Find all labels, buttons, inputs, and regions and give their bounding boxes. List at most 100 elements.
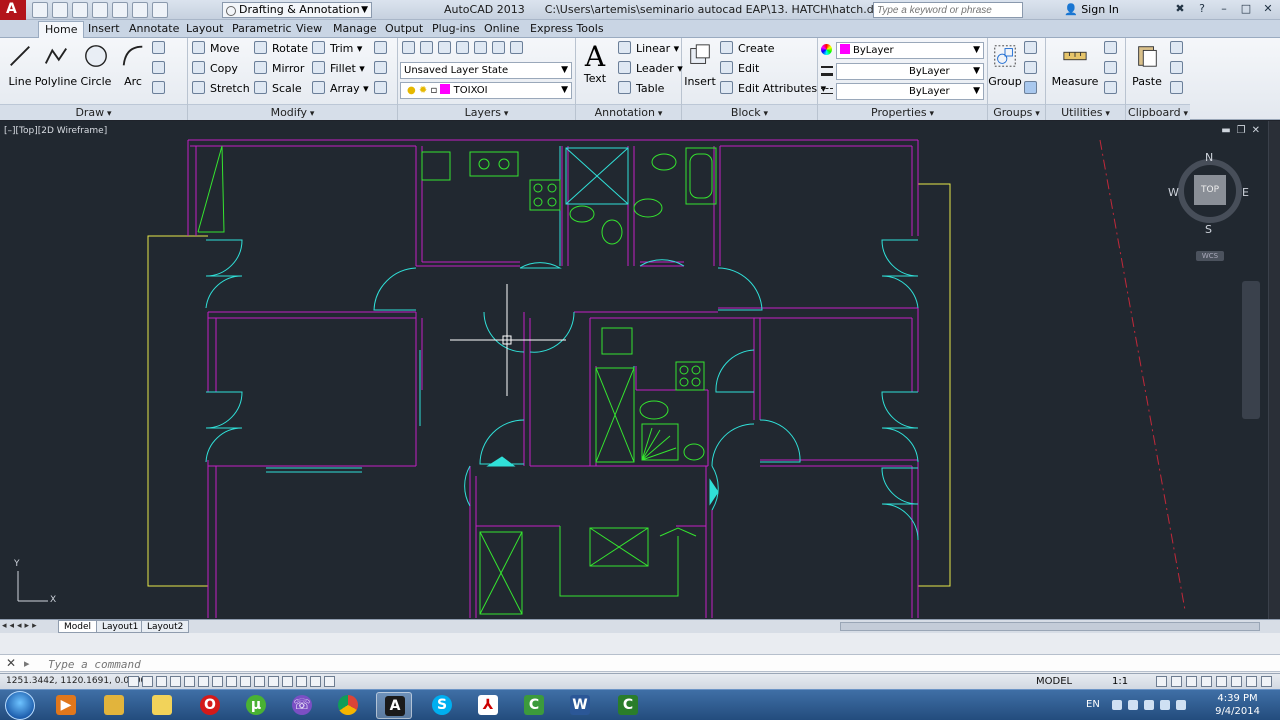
taskbar-media-player[interactable]: ▶ [48,692,84,719]
rotate-button[interactable]: Rotate [254,40,308,58]
transparency-icon[interactable] [282,676,293,687]
modify-panel-title[interactable]: Modify [188,104,397,120]
tab-annotate[interactable]: Annotate [123,21,185,38]
layers-panel-title[interactable]: Layers [398,104,575,120]
tray-battery-icon[interactable] [1160,700,1170,710]
taskbar-explorer[interactable] [96,692,132,719]
annotation-visibility-icon[interactable] [1156,676,1167,687]
plot-icon[interactable] [112,2,128,18]
dynamic-ucs-icon[interactable] [240,676,251,687]
application-menu-button[interactable]: A [0,0,26,20]
tab-layout1[interactable]: Layout1 [96,620,145,633]
taskbar-word[interactable]: W [562,692,598,719]
arc-button[interactable]: Arc [113,42,153,88]
object-snap-icon[interactable] [198,676,209,687]
compass-north[interactable]: N [1205,151,1213,164]
explode-button[interactable] [374,60,392,78]
layer-dropdown[interactable]: ● ✹ ▫ TOIXOI ▼ [400,82,572,99]
utilities-panel-title[interactable]: Utilities [1046,104,1125,120]
taskbar-camtasia[interactable]: C [516,692,552,719]
tab-plug-ins[interactable]: Plug-ins [426,21,481,38]
viewport-controls-label[interactable]: [–][Top][2D Wireframe] [4,126,107,136]
hardware-acceleration-icon[interactable] [1216,676,1227,687]
taskbar-folder2[interactable] [144,692,180,719]
navigation-bar[interactable] [1242,281,1260,419]
table-button[interactable]: Table [618,80,664,98]
layer-off-icon[interactable] [420,41,433,54]
minimize-icon[interactable]: – [1216,2,1232,16]
taskbar-camtasia-recorder[interactable]: C [610,692,646,719]
annotation-scale[interactable]: 1:1 [1112,676,1128,687]
copy-button[interactable]: Copy [192,60,238,78]
status-menu-icon[interactable] [1246,676,1257,687]
compass-west[interactable]: W [1168,186,1179,199]
taskbar-utorrent[interactable]: µ [238,692,274,719]
auto-scale-icon[interactable] [1171,676,1182,687]
calculator-button[interactable] [1104,60,1122,78]
exchange-icon[interactable]: ✖ [1172,2,1188,16]
array-button[interactable]: Array ▾ [312,80,369,98]
tab-express-tools[interactable]: Express Tools [524,21,610,38]
hatch-button[interactable] [152,60,170,78]
snap-mode-icon[interactable] [142,676,153,687]
close-icon[interactable]: ✕ [1260,2,1276,16]
annotation-monitor-icon[interactable] [324,676,335,687]
minimize-viewport-icon[interactable]: ▬ [1221,125,1230,136]
group-selection-button[interactable] [1024,80,1042,98]
sign-in-button[interactable]: 👤 Sign In [1064,3,1119,16]
taskbar-opera[interactable]: O [192,692,228,719]
tab-model[interactable]: Model [58,620,98,633]
taskbar-autocad[interactable]: A [376,692,412,719]
start-button-icon[interactable] [5,691,35,720]
lineweight-toggle-icon[interactable] [268,676,279,687]
scale-button[interactable]: Scale [254,80,302,98]
taskbar-viber[interactable]: ☏ [284,692,320,719]
coordinates-readout[interactable]: 1251.3442, 1120.1691, 0.0000 [6,676,146,686]
save-as-icon[interactable] [92,2,108,18]
draw-panel-title[interactable]: Draw [0,104,187,120]
taskbar-skype[interactable]: S [424,692,460,719]
taskbar-acrobat[interactable]: ⅄ [470,692,506,719]
offset-button[interactable] [374,80,392,98]
clean-screen-icon[interactable] [1261,676,1272,687]
properties-panel-title[interactable]: Properties [818,104,987,120]
quick-properties-icon[interactable] [296,676,307,687]
tab-home[interactable]: Home [38,21,85,38]
new-icon[interactable] [32,2,48,18]
vertical-scrollbar[interactable] [1268,121,1280,619]
wcs-menu[interactable]: WCS [1196,251,1224,261]
linetype-dropdown[interactable]: ByLayer ▼ [836,63,984,80]
group-edit-button[interactable] [1024,60,1042,78]
close-viewport-icon[interactable]: ✕ [1252,125,1260,136]
tray-flag-icon[interactable] [1176,700,1186,710]
annotation-panel-title[interactable]: Annotation [576,104,681,120]
edit-attributes-button[interactable]: Edit Attributes ▾ [720,80,826,98]
ortho-mode-icon[interactable] [170,676,181,687]
horizontal-scrollbar[interactable] [840,622,1260,631]
model-space-toggle[interactable]: MODEL [1036,676,1072,687]
create-block-button[interactable]: Create [720,40,775,58]
edit-block-button[interactable]: Edit [720,60,759,78]
save-icon[interactable] [72,2,88,18]
lock-ui-icon[interactable] [1201,676,1212,687]
paste-button[interactable]: Paste [1128,42,1166,88]
fillet-button[interactable]: Fillet ▾ [312,60,365,78]
color-dropdown[interactable]: ByLayer ▼ [836,42,984,59]
layout-nav-arrows-icon[interactable]: ◂◂◂▸▸ [2,621,40,631]
command-input[interactable] [48,657,848,671]
compass-south[interactable]: S [1205,223,1212,236]
tray-speaker-icon[interactable] [1128,700,1138,710]
tab-view[interactable]: View [290,21,328,38]
drawing-canvas[interactable]: [–][Top][2D Wireframe] ▬ ❐ ✕ TOP N S W E… [0,121,1268,619]
close-command-icon[interactable]: ✕ [6,656,16,670]
erase-button[interactable] [374,40,392,58]
tab-layout[interactable]: Layout [180,21,229,38]
3d-object-snap-icon[interactable] [212,676,223,687]
redo-icon[interactable] [152,2,168,18]
floor-plan-drawing[interactable] [0,121,1268,619]
linear-button[interactable]: Linear ▾ [618,40,679,58]
layer-walk-icon[interactable] [510,41,523,54]
layer-properties-icon[interactable] [402,41,415,54]
tab-layout2[interactable]: Layout2 [141,620,190,633]
measure-button[interactable]: Measure [1050,42,1100,88]
